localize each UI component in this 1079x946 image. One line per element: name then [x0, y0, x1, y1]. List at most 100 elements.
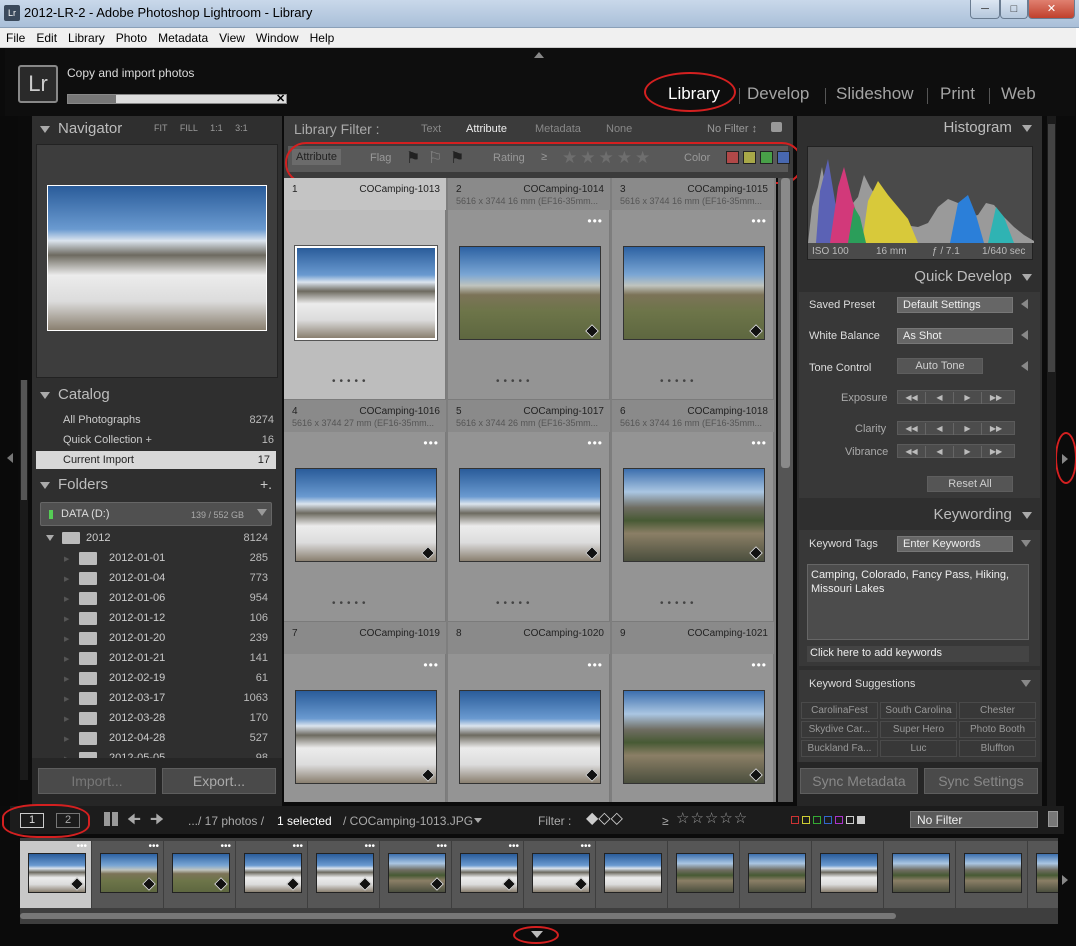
filmstrip-scrollbar-thumb[interactable]: [20, 913, 896, 919]
filmstrip-thumb[interactable]: •••: [236, 841, 308, 908]
module-web[interactable]: Web: [1001, 84, 1036, 104]
zoom-3-1[interactable]: 3:1: [235, 123, 248, 133]
menu-window[interactable]: Window: [250, 28, 304, 45]
histogram-graph[interactable]: ISO 100 16 mm ƒ / 7.1 1/640 sec: [807, 146, 1034, 260]
grid-scrollbar-thumb[interactable]: [781, 178, 790, 468]
more-options-icon[interactable]: •••: [587, 658, 603, 672]
folder-item[interactable]: ▶ 2012-04-28 527: [64, 732, 268, 748]
filmstrip-filter-dropdown[interactable]: No Filter: [910, 811, 1038, 828]
menu-library[interactable]: Library: [62, 28, 110, 45]
keyword-suggestion[interactable]: Photo Booth: [959, 721, 1036, 738]
grid-cell[interactable]: 9COCamping-1021••••••••: [612, 622, 774, 802]
filmstrip-color-swatches[interactable]: [791, 815, 865, 827]
export-button[interactable]: Export...: [162, 768, 276, 794]
sync-metadata-button[interactable]: Sync Metadata: [800, 768, 918, 794]
rating-dots[interactable]: •••••: [660, 598, 698, 609]
module-develop[interactable]: Develop: [747, 84, 809, 104]
keywords-textarea[interactable]: Camping, Colorado, Fancy Pass, Hiking, M…: [807, 564, 1029, 640]
folder-item[interactable]: ▶ 2012-01-21 141: [64, 652, 268, 668]
more-options-icon[interactable]: •••: [580, 841, 591, 852]
module-slideshow[interactable]: Slideshow: [836, 84, 914, 104]
filmstrip-thumb[interactable]: •••: [164, 841, 236, 908]
grid-scrollbar-track[interactable]: [778, 178, 793, 802]
rating-dots[interactable]: •••••: [332, 376, 370, 387]
filmstrip-thumb[interactable]: [740, 841, 812, 908]
more-options-icon[interactable]: •••: [364, 841, 375, 852]
grid-view-icon[interactable]: [104, 812, 118, 826]
keyword-suggestion[interactable]: Luc: [880, 740, 957, 757]
cancel-import-icon[interactable]: ✕: [276, 92, 285, 105]
grid-cell[interactable]: 6 COCamping-1018 5616 x 3744 16 mm (EF16-3…: [612, 400, 774, 622]
menu-metadata[interactable]: Metadata: [152, 28, 213, 45]
photo-thumbnail[interactable]: [459, 246, 601, 340]
expand-triangle-icon[interactable]: [1021, 361, 1028, 371]
filmstrip-source-path[interactable]: .../ 17 photos /: [188, 814, 264, 828]
left-panel-scrollbar-track[interactable]: [20, 380, 28, 780]
filmstrip-rating-stars[interactable]: ☆☆☆☆☆: [676, 809, 748, 827]
more-options-icon[interactable]: •••: [220, 841, 231, 852]
expand-triangle-icon[interactable]: [1021, 330, 1028, 340]
filmstrip-thumb[interactable]: •••: [524, 841, 596, 908]
zoom-fill[interactable]: FILL: [180, 123, 198, 133]
develop-badge-icon[interactable]: [585, 768, 599, 782]
keyword-suggestion[interactable]: Bluffton: [959, 740, 1036, 757]
keyword-suggestion[interactable]: Chester: [959, 702, 1036, 719]
close-window-icon[interactable]: ✕: [1028, 0, 1075, 19]
add-folder-icon[interactable]: +.: [260, 476, 272, 492]
collapse-triangle-icon[interactable]: [1021, 540, 1031, 547]
folder-item[interactable]: ▶ 2012-01-20 239: [64, 632, 268, 648]
zoom-1-1[interactable]: 1:1: [210, 123, 223, 133]
more-options-icon[interactable]: •••: [423, 658, 439, 672]
develop-badge-icon[interactable]: [749, 546, 763, 560]
folder-item[interactable]: ▶ 2012-01-01 285: [64, 552, 268, 568]
filter-lock-icon[interactable]: [1048, 811, 1058, 827]
folder-root-2012[interactable]: 2012 8124: [46, 532, 268, 548]
filter-tab-text[interactable]: Text: [421, 123, 441, 135]
filmstrip-filename[interactable]: / COCamping-1013.JPG: [343, 814, 473, 828]
filmstrip-thumb[interactable]: [956, 841, 1028, 908]
rating-dots[interactable]: •••••: [660, 376, 698, 387]
develop-badge-icon[interactable]: [749, 324, 763, 338]
develop-badge-icon[interactable]: [585, 546, 599, 560]
folder-item[interactable]: ▶ 2012-03-28 170: [64, 712, 268, 728]
grid-cell[interactable]: 8COCamping-1020••••••••: [448, 622, 610, 802]
keyword-suggestion[interactable]: Super Hero: [880, 721, 957, 738]
collapse-triangle-icon[interactable]: [1021, 680, 1031, 687]
auto-tone-button[interactable]: Auto Tone: [897, 358, 983, 374]
filter-tab-none[interactable]: None: [606, 123, 632, 135]
menu-help[interactable]: Help: [304, 28, 340, 45]
grid-cell[interactable]: 5 COCamping-1017 5616 x 3744 26 mm (EF16-3…: [448, 400, 610, 622]
filmstrip-next-icon[interactable]: [1062, 875, 1068, 885]
back-arrow-icon[interactable]: 🠈: [127, 809, 141, 834]
grid-cell[interactable]: 7COCamping-1019••••••••: [284, 622, 446, 802]
zoom-fit[interactable]: FIT: [154, 123, 167, 133]
chevron-down-icon[interactable]: [474, 818, 482, 823]
more-options-icon[interactable]: •••: [436, 841, 447, 852]
menu-view[interactable]: View: [213, 28, 250, 45]
folder-item[interactable]: ▶ 2012-03-17 1063: [64, 692, 268, 708]
more-options-icon[interactable]: •••: [751, 436, 767, 450]
minimize-icon[interactable]: ─: [970, 0, 1000, 19]
collapse-top-panel-icon[interactable]: [534, 52, 544, 58]
more-options-icon[interactable]: •••: [508, 841, 519, 852]
folder-item[interactable]: ▶ 2012-01-12 106: [64, 612, 268, 628]
filmstrip-thumb[interactable]: •••: [92, 841, 164, 908]
vibrance-stepper[interactable]: ◀◀ ◀ ▶ ▶▶: [897, 444, 1015, 458]
rating-dots[interactable]: •••••: [332, 598, 370, 609]
develop-badge-icon[interactable]: [421, 546, 435, 560]
keyword-suggestion[interactable]: Skydive Car...: [801, 721, 878, 738]
keyword-suggestion[interactable]: South Carolina: [880, 702, 957, 719]
grid-cell[interactable]: 1 COCamping-1013 •••••: [284, 178, 446, 400]
expand-triangle-icon[interactable]: [1021, 299, 1028, 309]
maximize-icon[interactable]: □: [1000, 0, 1028, 19]
filmstrip-thumb[interactable]: [596, 841, 668, 908]
more-options-icon[interactable]: •••: [76, 841, 87, 852]
filter-preset-dropdown[interactable]: No Filter ↕: [707, 123, 757, 135]
filmstrip-thumb[interactable]: [884, 841, 956, 908]
photo-thumbnail[interactable]: [623, 468, 765, 562]
photo-thumbnail[interactable]: [623, 246, 765, 340]
catalog-header[interactable]: Catalog: [40, 386, 280, 408]
develop-badge-icon[interactable]: [421, 768, 435, 782]
clarity-stepper[interactable]: ◀◀ ◀ ▶ ▶▶: [897, 421, 1015, 435]
develop-badge-icon[interactable]: [585, 324, 599, 338]
